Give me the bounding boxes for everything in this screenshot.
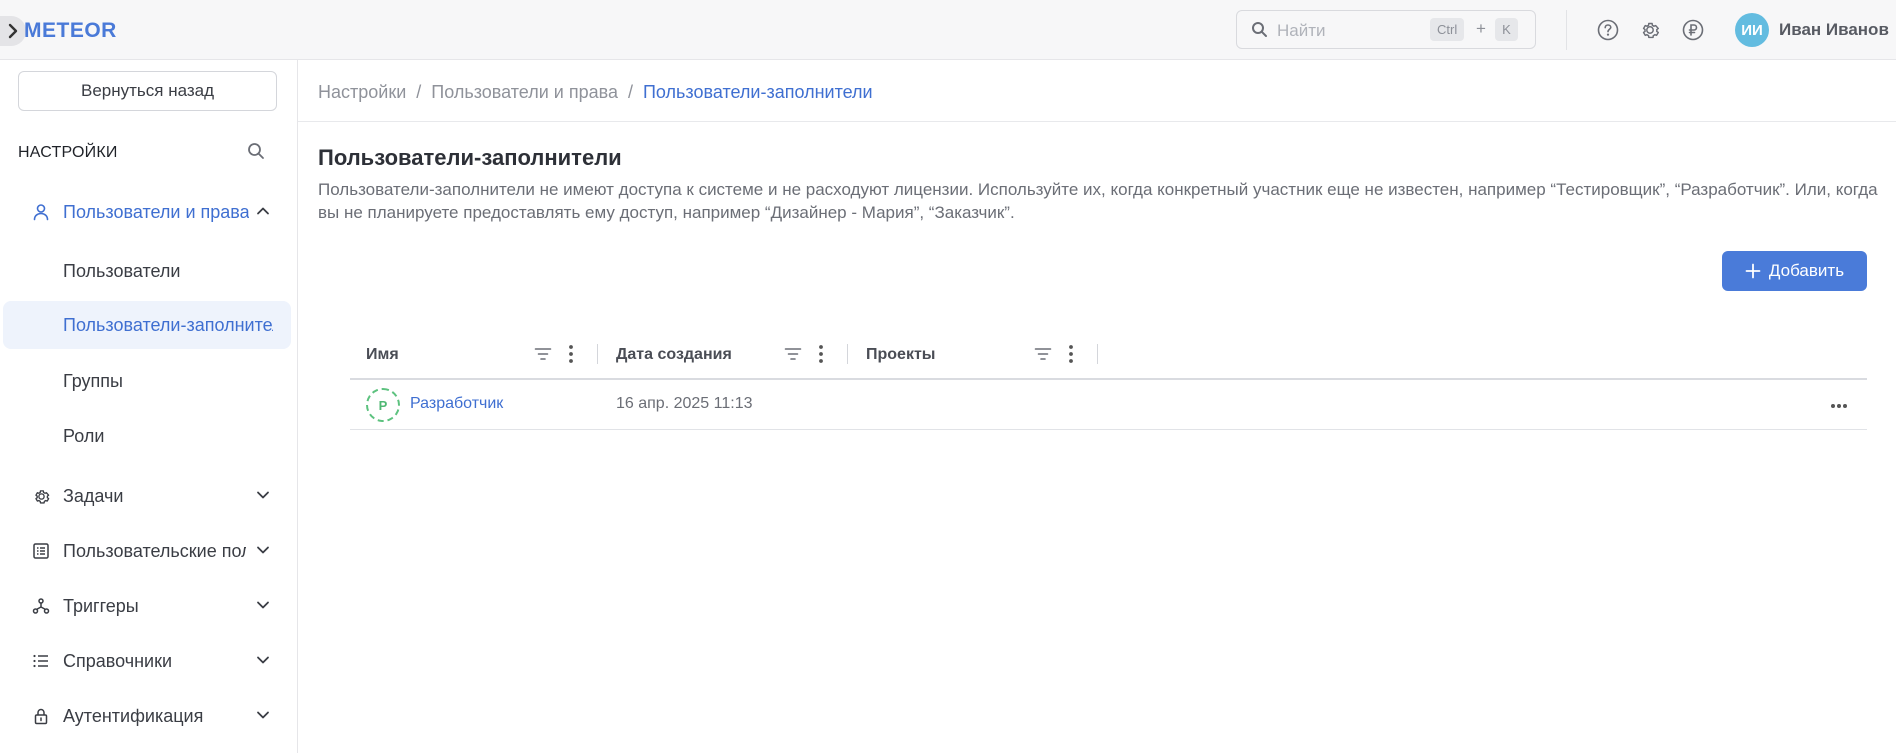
breadcrumb-users-rights[interactable]: Пользователи и права bbox=[431, 82, 618, 102]
sidebar-item-label: Роли bbox=[63, 426, 105, 446]
sidebar-section-label: Аутентификация bbox=[63, 706, 204, 726]
user-name[interactable]: Иван Иванов bbox=[1779, 20, 1889, 40]
nodes-icon bbox=[31, 596, 51, 616]
add-button-label: Добавить bbox=[1768, 261, 1845, 280]
column-resize-handle[interactable] bbox=[1097, 344, 1098, 364]
column-header-label[interactable]: Проекты bbox=[866, 346, 935, 364]
column-menu-icon[interactable] bbox=[568, 344, 574, 369]
column-header-label[interactable]: Имя bbox=[366, 346, 399, 364]
search-icon bbox=[1251, 21, 1268, 43]
settings-icon[interactable] bbox=[1638, 18, 1662, 42]
sidebar-toggle-button[interactable] bbox=[0, 16, 26, 46]
column-menu-icon[interactable] bbox=[1068, 344, 1074, 369]
table-row[interactable]: Р Разработчик 16 апр. 2025 11:13 bbox=[350, 380, 1867, 430]
placeholder-users-table: Имя Дата создания Проекты Р Разработчик … bbox=[350, 330, 1867, 430]
breadcrumb-current: Пользователи-заполнители bbox=[642, 82, 873, 102]
search-icon[interactable] bbox=[247, 142, 265, 165]
page-description: Пользователи-заполнители не имеют доступ… bbox=[318, 180, 1878, 222]
sidebar-item-placeholder-users[interactable]: Пользователи-заполнители bbox=[3, 301, 291, 349]
breadcrumb-separator: / bbox=[627, 82, 633, 102]
placeholder-user-name-link[interactable]: Разработчик bbox=[410, 395, 503, 413]
column-menu-icon[interactable] bbox=[818, 344, 824, 369]
sidebar-section-triggers[interactable]: Триггеры bbox=[0, 582, 298, 630]
breadcrumb-divider bbox=[298, 121, 1896, 122]
sidebar-title: НАСТРОЙКИ bbox=[18, 144, 118, 161]
sidebar-item-label: Группы bbox=[63, 371, 123, 391]
column-resize-handle[interactable] bbox=[847, 344, 848, 364]
global-search[interactable]: Найти Ctrl + K bbox=[1236, 10, 1536, 49]
filter-icon[interactable] bbox=[1034, 346, 1052, 367]
sidebar-item-users[interactable]: Пользователи bbox=[0, 247, 298, 295]
column-name: Имя bbox=[350, 330, 600, 378]
top-header: METEOR Найти Ctrl + K ИИ Иван Иванов bbox=[0, 0, 1896, 60]
settings-sidebar: Вернуться назад НАСТРОЙКИ Пользователи и… bbox=[0, 60, 298, 753]
gear-icon bbox=[31, 486, 51, 506]
main-content: Настройки / Пользователи и права / Пользоват… bbox=[298, 60, 1896, 753]
filter-icon[interactable] bbox=[784, 346, 802, 367]
chevron-down-icon bbox=[255, 597, 271, 618]
chevron-down-icon bbox=[255, 542, 271, 563]
created-date: 16 апр. 2025 11:13 bbox=[616, 395, 753, 412]
sidebar-section-label: Триггеры bbox=[63, 596, 139, 616]
form-icon bbox=[31, 541, 51, 561]
header-divider bbox=[1566, 10, 1567, 50]
breadcrumb-settings[interactable]: Настройки bbox=[318, 82, 406, 102]
table-header: Имя Дата создания Проекты bbox=[350, 330, 1867, 380]
sidebar-section-users-rights[interactable]: Пользователи и права bbox=[0, 188, 298, 236]
shortcut-plus: + bbox=[1476, 19, 1486, 38]
column-created: Дата создания bbox=[600, 330, 850, 378]
chevron-down-icon bbox=[255, 652, 271, 673]
sidebar-item-roles[interactable]: Роли bbox=[0, 412, 298, 460]
column-projects: Проекты bbox=[850, 330, 1100, 378]
sidebar-section-label: Задачи bbox=[63, 486, 124, 506]
help-icon[interactable] bbox=[1596, 18, 1620, 42]
column-header-label[interactable]: Дата создания bbox=[616, 346, 732, 364]
search-placeholder: Найти bbox=[1277, 21, 1326, 40]
chevron-right-icon bbox=[8, 23, 18, 39]
sidebar-item-label: Пользователи-заполнители bbox=[63, 315, 273, 335]
add-placeholder-user-button[interactable]: Добавить bbox=[1722, 251, 1867, 291]
sidebar-item-groups[interactable]: Группы bbox=[0, 357, 298, 405]
plus-icon bbox=[1745, 263, 1761, 279]
shortcut-ctrl-key: Ctrl bbox=[1430, 18, 1465, 41]
breadcrumb: Настройки / Пользователи и права / Пользоват… bbox=[318, 82, 873, 103]
breadcrumb-separator: / bbox=[416, 82, 422, 102]
chevron-up-icon bbox=[255, 203, 271, 224]
back-button[interactable]: Вернуться назад bbox=[18, 71, 277, 111]
sidebar-section-authentication[interactable]: Аутентификация bbox=[0, 692, 298, 740]
shortcut-k-key: K bbox=[1495, 18, 1518, 41]
more-icon[interactable] bbox=[1830, 396, 1848, 414]
sidebar-section-custom-fields[interactable]: Пользовательские поля bbox=[0, 527, 298, 575]
chevron-down-icon bbox=[255, 707, 271, 728]
column-resize-handle[interactable] bbox=[597, 344, 598, 364]
placeholder-avatar: Р bbox=[366, 388, 400, 422]
list-icon bbox=[31, 651, 51, 671]
sidebar-section-tasks[interactable]: Задачи bbox=[0, 472, 298, 520]
sidebar-section-label: Пользователи и права bbox=[63, 202, 249, 222]
filter-icon[interactable] bbox=[534, 346, 552, 367]
app-logo[interactable]: METEOR bbox=[24, 19, 117, 43]
sidebar-section-label: Пользовательские поля bbox=[63, 541, 246, 561]
sidebar-section-label: Справочники bbox=[63, 651, 173, 671]
sidebar-item-label: Пользователи bbox=[63, 261, 181, 281]
user-icon bbox=[31, 202, 51, 222]
sidebar-section-dictionaries[interactable]: Справочники bbox=[0, 637, 298, 685]
user-avatar[interactable]: ИИ bbox=[1735, 13, 1769, 47]
lock-icon bbox=[31, 706, 51, 726]
page-title: Пользователи-заполнители bbox=[318, 145, 622, 170]
ruble-icon[interactable] bbox=[1681, 18, 1705, 42]
chevron-down-icon bbox=[255, 487, 271, 508]
